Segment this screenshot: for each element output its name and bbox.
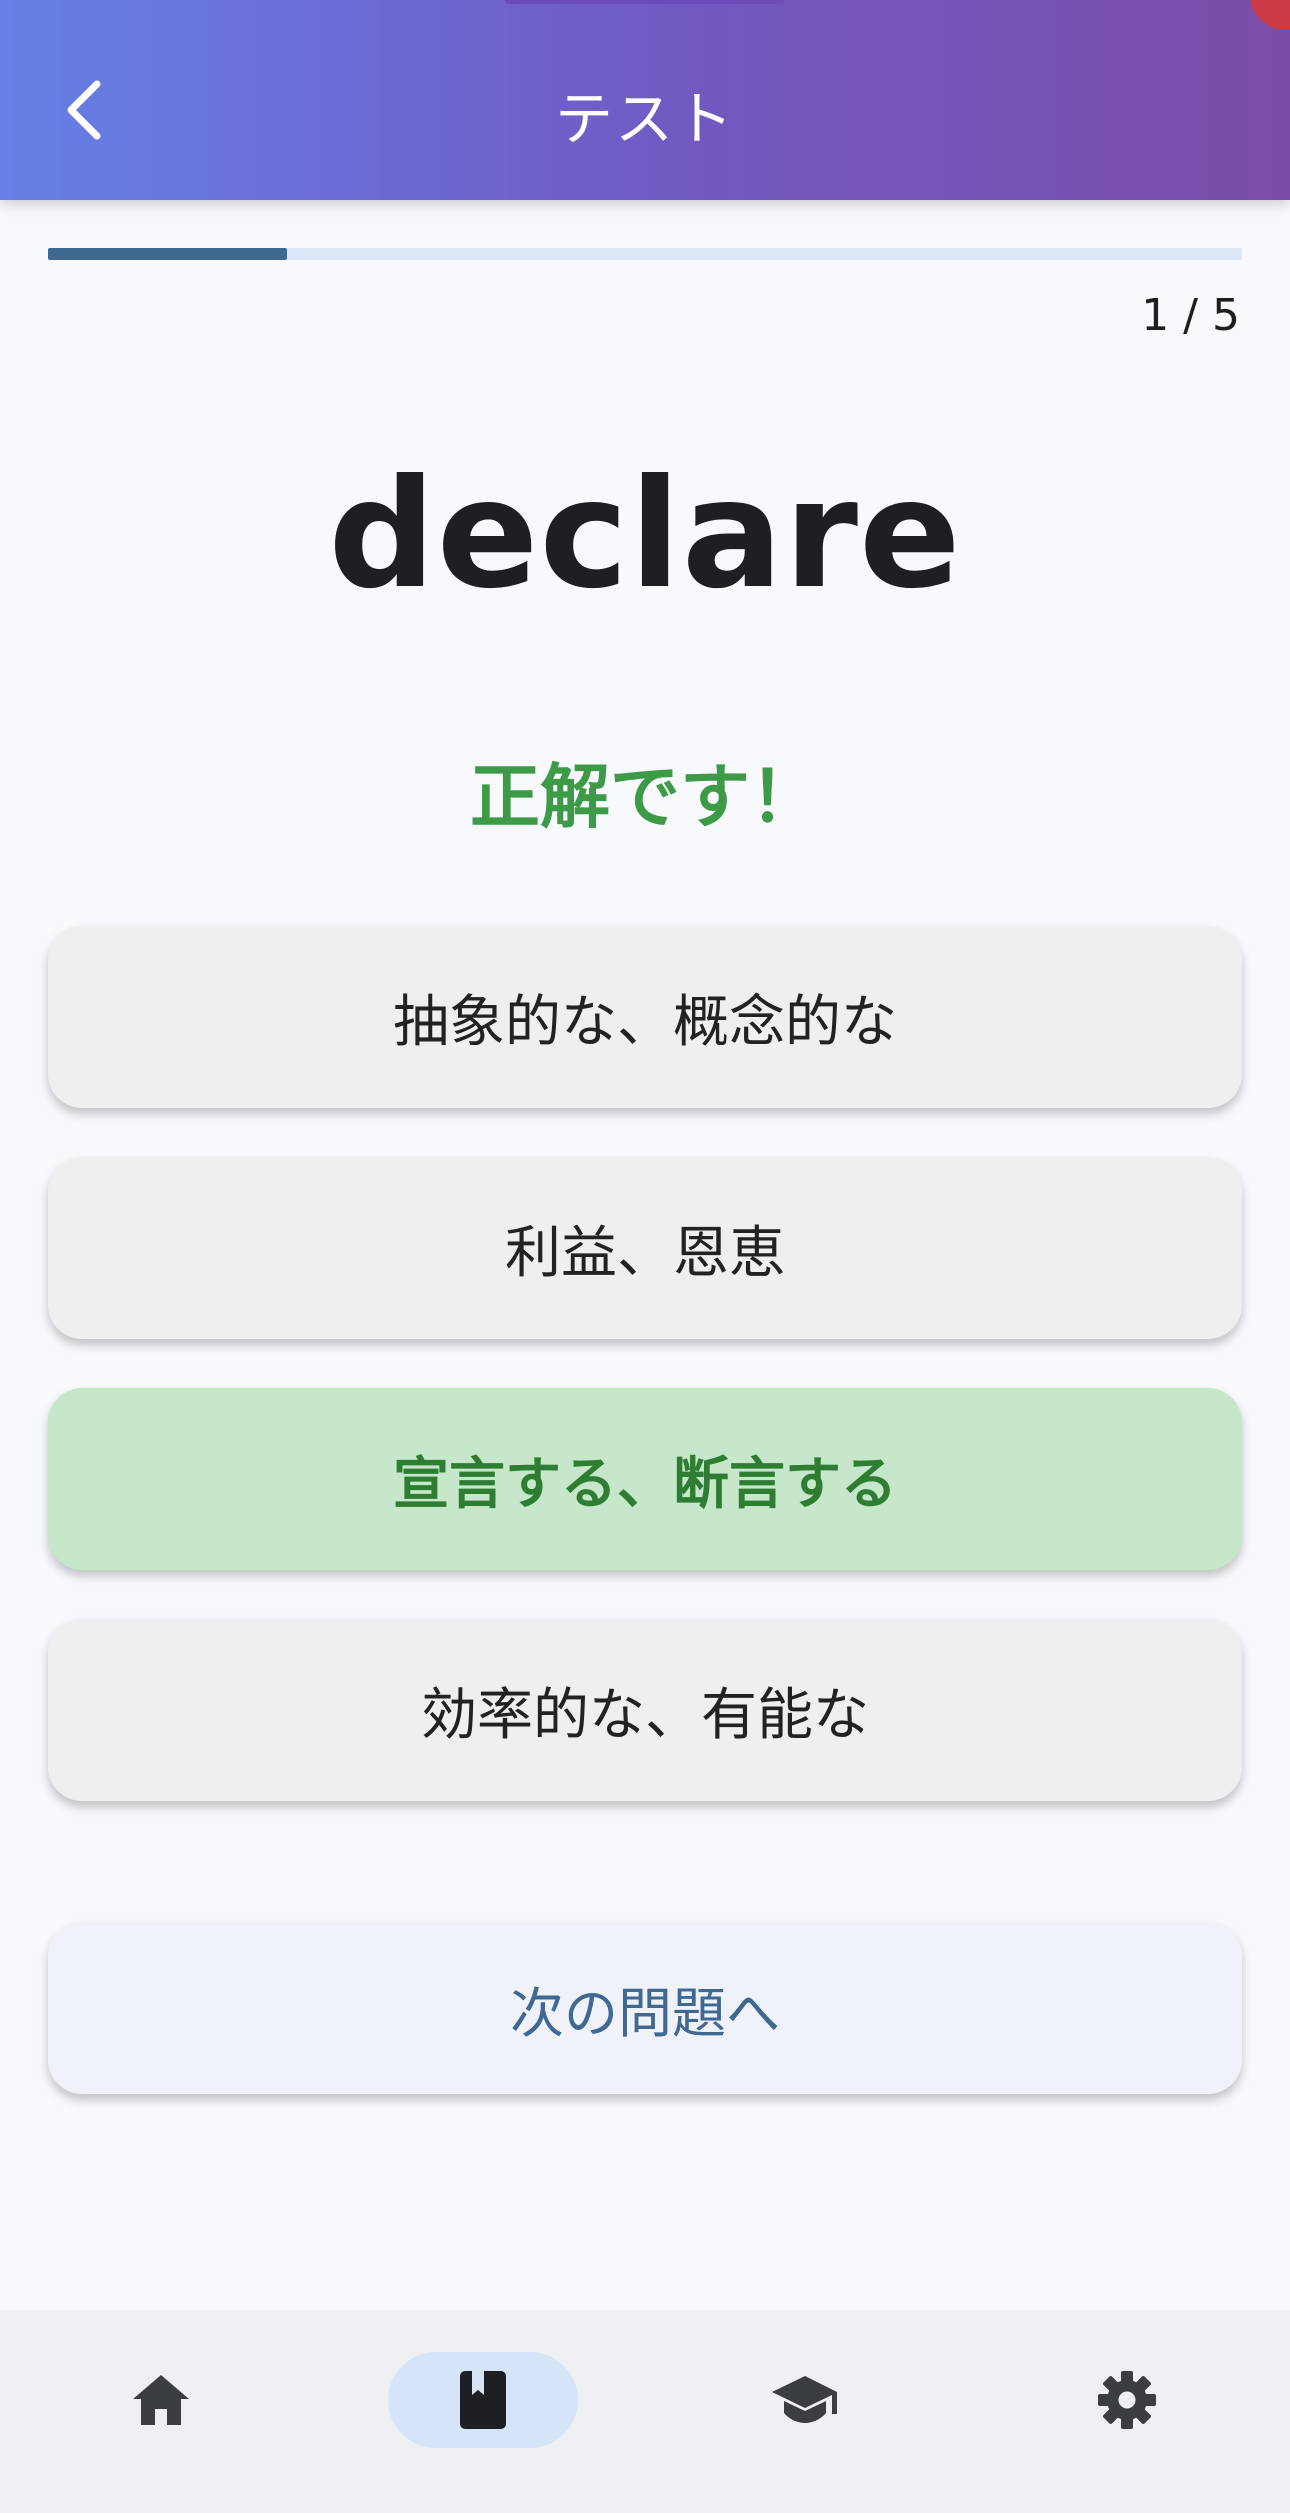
next-question-label: 次の問題へ — [510, 1981, 780, 2045]
progress-bar-fill — [48, 248, 287, 260]
nav-item-settings[interactable] — [1032, 2352, 1222, 2448]
home-icon — [133, 2375, 189, 2425]
app-bar: テスト — [0, 0, 1290, 200]
answer-option-label: 宣言する、断言する — [393, 1451, 897, 1517]
answer-option-3[interactable]: 宣言する、断言する — [48, 1388, 1242, 1570]
progress-bar — [48, 248, 1242, 260]
answer-option-label: 利益、恩恵 — [505, 1220, 785, 1286]
question-counter: 1 / 5 — [1141, 290, 1240, 341]
answer-feedback: 正解です！ — [470, 756, 820, 838]
answer-option-4[interactable]: 効率的な、有能な — [48, 1619, 1242, 1801]
nav-item-home[interactable] — [66, 2352, 256, 2448]
answer-option-label: 効率的な、有能な — [421, 1682, 869, 1748]
nav-item-wordbook[interactable] — [388, 2352, 578, 2448]
page-title: テスト — [0, 0, 1290, 232]
gear-icon — [1098, 2371, 1156, 2429]
answer-option-1[interactable]: 抽象的な、概念的な — [48, 926, 1242, 1108]
next-question-button[interactable]: 次の問題へ — [48, 1922, 1242, 2094]
book-icon — [460, 2371, 506, 2429]
page-title-text: テスト — [554, 85, 735, 153]
answer-option-2[interactable]: 利益、恩恵 — [48, 1157, 1242, 1339]
question-word: declare — [328, 448, 962, 622]
answer-option-label: 抽象的な、概念的な — [393, 989, 897, 1055]
chevron-left-icon — [67, 80, 101, 140]
bottom-navigation — [0, 2310, 1290, 2513]
graduation-cap-icon — [772, 2376, 837, 2423]
nav-item-test[interactable] — [710, 2352, 900, 2448]
back-button[interactable] — [50, 75, 120, 145]
